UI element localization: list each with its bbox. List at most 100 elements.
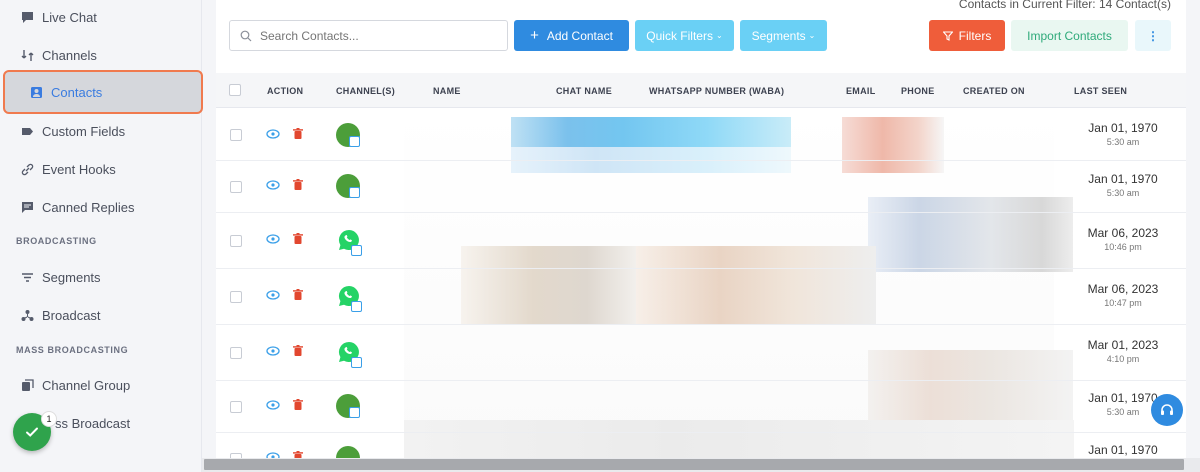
broadcast-icon — [20, 308, 34, 322]
channel-download-icon — [351, 357, 362, 368]
column-header-whatsapp-number[interactable]: WHATSAPP NUMBER (WABA) — [649, 86, 784, 96]
row-checkbox[interactable] — [230, 235, 242, 247]
delete-trash-icon[interactable] — [293, 179, 303, 190]
tag-icon — [20, 124, 34, 138]
view-eye-icon[interactable] — [266, 346, 280, 356]
search-input[interactable] — [260, 28, 490, 43]
filters-button[interactable]: Filters — [929, 20, 1005, 51]
filter-lines-icon — [20, 270, 34, 284]
last-seen-time: 10:47 pm — [1104, 298, 1142, 308]
last-seen-date: Mar 06, 2023 — [1087, 282, 1159, 296]
sidebar-item-event-hooks[interactable]: Event Hooks — [0, 150, 202, 188]
last-seen-time: 4:10 pm — [1106, 354, 1140, 364]
sidebar-item-label: Canned Replies — [42, 199, 135, 215]
segments-dropdown[interactable]: Segments ⌄ — [740, 20, 827, 51]
sidebar: Live Chat Channels Contacts Custom Field… — [0, 0, 203, 472]
last-seen-date: Jan 01, 1970 — [1088, 172, 1158, 186]
search-icon — [240, 30, 252, 41]
column-header-channels[interactable]: CHANNEL(S) — [336, 86, 395, 96]
more-options-button[interactable]: ⋮ — [1135, 20, 1171, 51]
view-eye-icon[interactable] — [266, 180, 280, 190]
sidebar-item-custom-fields[interactable]: Custom Fields — [0, 112, 202, 150]
sidebar-item-label: Live Chat — [42, 9, 97, 25]
row-checkbox[interactable] — [230, 401, 242, 413]
last-seen-date: Mar 01, 2023 — [1087, 338, 1159, 352]
sidebar-item-label: Custom Fields — [42, 123, 126, 139]
row-checkbox[interactable] — [230, 129, 242, 141]
sidebar-item-segments[interactable]: Segments — [0, 258, 202, 296]
help-support-button[interactable] — [1151, 394, 1183, 426]
column-header-created-on[interactable]: CREATED ON — [963, 86, 1025, 96]
delete-trash-icon[interactable] — [293, 399, 303, 410]
chevron-down-icon: ⌄ — [808, 31, 816, 40]
sidebar-item-contacts[interactable]: Contacts — [3, 70, 203, 114]
view-eye-icon[interactable] — [266, 290, 280, 300]
row-checkbox[interactable] — [230, 347, 242, 359]
horizontal-scrollbar-thumb[interactable] — [204, 459, 1184, 470]
sidebar-item-channel-group[interactable]: Channel Group — [0, 366, 202, 404]
link-icon — [20, 162, 34, 176]
view-eye-icon[interactable] — [266, 400, 280, 410]
sidebar-item-canned-replies[interactable]: Canned Replies — [0, 188, 202, 226]
last-seen-cell: Mar 01, 2023 4:10 pm — [1078, 338, 1168, 364]
filter-count-text: Contacts in Current Filter: 14 Contact(s… — [958, 0, 1171, 11]
column-header-last-seen[interactable]: LAST SEEN — [1074, 86, 1127, 96]
sidebar-item-live-chat[interactable]: Live Chat — [0, 0, 202, 36]
add-contact-button[interactable]: + Add Contact — [514, 20, 629, 51]
stack-icon — [20, 378, 34, 392]
table-row[interactable]: Mar 01, 2023 4:10 pm — [216, 325, 1186, 381]
channel-download-icon — [349, 407, 360, 418]
funnel-icon — [942, 30, 953, 41]
table-header: ACTION CHANNEL(S) NAME CHAT NAME WHATSAP… — [216, 73, 1186, 108]
quick-filters-dropdown[interactable]: Quick Filters ⌄ — [635, 20, 734, 51]
sidebar-item-label: Contacts — [51, 84, 103, 100]
last-seen-time: 5:30 am — [1106, 188, 1140, 198]
sidebar-item-label: Event Hooks — [42, 161, 116, 177]
table-row[interactable]: Jan 01, 1970 5:30 am — [216, 381, 1186, 433]
view-eye-icon[interactable] — [266, 234, 280, 244]
chat-bubble-icon — [20, 10, 34, 24]
select-all-checkbox[interactable] — [229, 84, 241, 96]
last-seen-cell: Jan 01, 1970 5:30 am — [1078, 121, 1168, 147]
sidebar-item-label: Channel Group — [42, 377, 131, 393]
column-header-chat-name[interactable]: CHAT NAME — [556, 86, 612, 96]
sidebar-item-label: Broadcast — [42, 307, 101, 323]
last-seen-time: 5:30 am — [1106, 137, 1140, 147]
delete-trash-icon[interactable] — [293, 233, 303, 244]
table-row[interactable]: Jan 01, 1970 5:30 am — [216, 161, 1186, 213]
search-box — [229, 20, 508, 51]
channels-icon — [20, 48, 34, 62]
chevron-down-icon: ⌄ — [715, 31, 723, 40]
sidebar-item-channels[interactable]: Channels — [0, 36, 202, 74]
contacts-panel: Contacts in Current Filter: 14 Contact(s… — [216, 0, 1186, 472]
row-checkbox[interactable] — [230, 291, 242, 303]
channel-download-icon — [351, 301, 362, 312]
last-seen-date: Jan 01, 1970 — [1088, 443, 1158, 457]
column-header-email[interactable]: EMAIL — [846, 86, 876, 96]
plus-icon: + — [530, 27, 539, 44]
import-contacts-button[interactable]: Import Contacts — [1011, 20, 1128, 51]
table-row[interactable]: Jan 01, 1970 5:30 am — [216, 108, 1186, 161]
channel-download-icon — [349, 187, 360, 198]
channel-download-icon — [349, 136, 360, 147]
column-header-name[interactable]: NAME — [433, 86, 461, 96]
row-checkbox[interactable] — [230, 181, 242, 193]
table-row[interactable]: Mar 06, 2023 10:47 pm — [216, 269, 1186, 325]
sidebar-item-label: ss Broadcast — [55, 415, 131, 431]
last-seen-cell: Mar 06, 2023 10:46 pm — [1078, 226, 1168, 252]
last-seen-time: 10:46 pm — [1104, 242, 1142, 252]
last-seen-date: Jan 01, 1970 — [1088, 121, 1158, 135]
delete-trash-icon[interactable] — [293, 289, 303, 300]
delete-trash-icon[interactable] — [293, 128, 303, 139]
add-contact-label: Add Contact — [546, 28, 613, 43]
last-seen-cell: Mar 06, 2023 10:47 pm — [1078, 282, 1168, 308]
table-row[interactable]: Mar 06, 2023 10:46 pm — [216, 213, 1186, 269]
kebab-menu-icon: ⋮ — [1147, 28, 1159, 43]
view-eye-icon[interactable] — [266, 129, 280, 139]
headset-icon — [1161, 404, 1173, 415]
delete-trash-icon[interactable] — [293, 345, 303, 356]
quick-filters-label: Quick Filters — [646, 28, 713, 43]
column-header-phone[interactable]: PHONE — [901, 86, 935, 96]
channel-download-icon — [351, 245, 362, 256]
sidebar-item-broadcast[interactable]: Broadcast — [0, 296, 202, 334]
